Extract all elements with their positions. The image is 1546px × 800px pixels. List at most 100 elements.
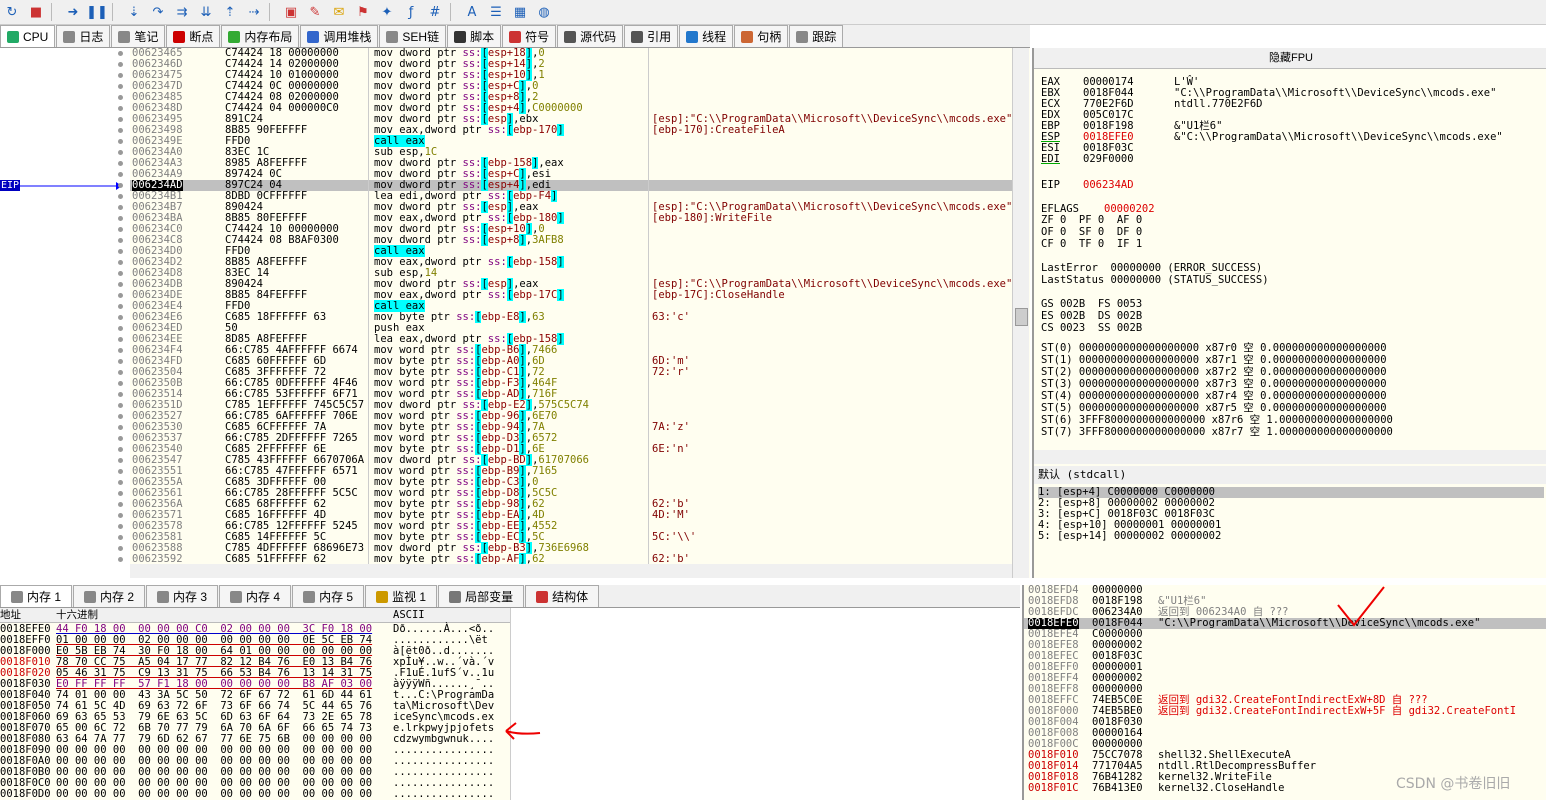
breakpoint-slot[interactable] bbox=[118, 150, 123, 155]
disasm-row[interactable]: 006234DE 8B85 84FEFFFF mov eax,dword ptr s… bbox=[118, 289, 1012, 301]
breakpoint-slot[interactable] bbox=[118, 260, 123, 265]
breakpoint-slot[interactable] bbox=[118, 51, 123, 56]
disasm-horizontal-scrollbar[interactable] bbox=[130, 564, 1012, 578]
tab-1[interactable]: 日志 bbox=[56, 25, 111, 47]
stack-pane[interactable]: 0018EFD4 00000000 0018EFD8 0018F198 &"U1栏6" 0… bbox=[1022, 585, 1546, 800]
breakpoint-slot[interactable] bbox=[118, 370, 123, 375]
breakpoint-slot[interactable] bbox=[118, 128, 123, 133]
hash-icon[interactable]: # bbox=[425, 2, 445, 22]
tab-2[interactable]: 笔记 bbox=[111, 25, 166, 47]
tab-10[interactable]: 引用 bbox=[624, 25, 679, 47]
disassembly-pane[interactable]: EIP 00623465 C74424 18 00000000 mov dword … bbox=[0, 48, 1030, 578]
tab-5[interactable]: 调用堆栈 bbox=[300, 25, 379, 47]
function-icon[interactable]: ƒ bbox=[401, 2, 421, 22]
tab-7[interactable]: 脚本 bbox=[447, 25, 502, 47]
breakpoint-slot[interactable] bbox=[118, 183, 123, 188]
tab-3[interactable]: 断点 bbox=[166, 25, 221, 47]
tab-0[interactable]: CPU bbox=[0, 25, 56, 47]
breakpoint-slot[interactable] bbox=[118, 458, 123, 463]
memory-dump-pane[interactable]: 地址 十六进制 ASCII 0018EFE0 44 F0 18 00 00 00 … bbox=[0, 608, 1021, 800]
breakpoint-slot[interactable] bbox=[118, 513, 123, 518]
tab-12[interactable]: 句柄 bbox=[734, 25, 789, 47]
breakpoint-slot[interactable] bbox=[118, 359, 123, 364]
run-to-user-code-icon[interactable]: ⇢ bbox=[244, 2, 264, 22]
dump-tab-3[interactable]: 内存 4 bbox=[219, 585, 292, 607]
dump-tab-5[interactable]: 监视 1 bbox=[365, 585, 438, 607]
breakpoint-slot[interactable] bbox=[118, 414, 123, 419]
breakpoint-slot[interactable] bbox=[118, 315, 123, 320]
scylla-icon[interactable]: ▣ bbox=[281, 2, 301, 22]
registers-horizontal-scrollbar[interactable] bbox=[1034, 450, 1546, 464]
breakpoint-slot[interactable] bbox=[118, 403, 123, 408]
script-icon[interactable]: ☰ bbox=[486, 2, 506, 22]
breakpoint-slot[interactable] bbox=[118, 271, 123, 276]
breakpoint-slot[interactable] bbox=[118, 304, 123, 309]
registers-pane[interactable]: 隐藏FPU EAX 00000174 L'Ŵ' EBX 0018F044 "C:\\Pro… bbox=[1032, 48, 1546, 466]
breakpoint-slot[interactable] bbox=[118, 249, 123, 254]
breakpoint-slot[interactable] bbox=[118, 381, 123, 386]
calculator-icon[interactable]: ▦ bbox=[510, 2, 530, 22]
tab-9[interactable]: 源代码 bbox=[557, 25, 624, 47]
tab-4[interactable]: 内存布局 bbox=[221, 25, 300, 47]
dump-tab-6[interactable]: 局部变量 bbox=[438, 585, 525, 607]
breakpoint-slot[interactable] bbox=[118, 62, 123, 67]
breakpoint-slot[interactable] bbox=[118, 293, 123, 298]
label-icon[interactable]: ⚑ bbox=[353, 2, 373, 22]
step-over-icon[interactable]: ↷ bbox=[148, 2, 168, 22]
globe-icon[interactable]: ◍ bbox=[534, 2, 554, 22]
breakpoint-slot[interactable] bbox=[118, 282, 123, 287]
argument-row[interactable]: 5: [esp+14] 00000002 00000002 bbox=[1038, 531, 1221, 542]
tab-11[interactable]: 线程 bbox=[679, 25, 734, 47]
disasm-vertical-scrollbar[interactable] bbox=[1012, 48, 1029, 578]
breakpoint-slot[interactable] bbox=[118, 425, 123, 430]
dump-tab-0[interactable]: 内存 1 bbox=[0, 585, 73, 607]
breakpoint-slot[interactable] bbox=[118, 447, 123, 452]
breakpoint-slot[interactable] bbox=[118, 216, 123, 221]
disasm-row[interactable]: 006234E6 C685 18FFFFFF 63 mov byte ptr ss:… bbox=[118, 311, 1012, 323]
breakpoint-slot[interactable] bbox=[118, 73, 123, 78]
disasm-row[interactable]: 006234C8 C74424 08 B8AF0300 mov dword ptr … bbox=[118, 234, 1012, 246]
comment-icon[interactable]: ✉ bbox=[329, 2, 349, 22]
dump-tab-7[interactable]: 结构体 bbox=[525, 585, 600, 607]
breakpoint-slot[interactable] bbox=[118, 546, 123, 551]
breakpoint-slot[interactable] bbox=[118, 326, 123, 331]
breakpoint-slot[interactable] bbox=[118, 84, 123, 89]
breakpoint-slot[interactable] bbox=[118, 480, 123, 485]
breakpoint-slot[interactable] bbox=[118, 557, 123, 562]
disasm-row[interactable]: 00623498 8B85 90FEFFFF mov eax,dword ptr s… bbox=[118, 124, 1012, 136]
tab-6[interactable]: SEH链 bbox=[379, 25, 447, 47]
bookmark-icon[interactable]: ✦ bbox=[377, 2, 397, 22]
dump-tab-1[interactable]: 内存 2 bbox=[73, 585, 146, 607]
breakpoint-slot[interactable] bbox=[118, 161, 123, 166]
breakpoint-slot[interactable] bbox=[118, 194, 123, 199]
dump-tab-4[interactable]: 内存 5 bbox=[292, 585, 365, 607]
breakpoint-slot[interactable] bbox=[118, 106, 123, 111]
run-icon[interactable]: ➜ bbox=[63, 2, 83, 22]
eip-value[interactable]: 006234AD bbox=[1083, 179, 1134, 191]
breakpoint-slot[interactable] bbox=[118, 436, 123, 441]
dump-tab-2[interactable]: 内存 3 bbox=[146, 585, 219, 607]
breakpoint-slot[interactable] bbox=[118, 238, 123, 243]
breakpoint-slot[interactable] bbox=[118, 117, 123, 122]
hide-fpu-button[interactable]: 隐藏FPU bbox=[1034, 48, 1546, 69]
register-value[interactable]: 029F0000 bbox=[1083, 153, 1174, 165]
font-icon[interactable]: A bbox=[462, 2, 482, 22]
breakpoint-slot[interactable] bbox=[118, 524, 123, 529]
breakpoint-slot[interactable] bbox=[118, 502, 123, 507]
restart-icon[interactable]: ↻ bbox=[2, 2, 22, 22]
breakpoint-slot[interactable] bbox=[118, 469, 123, 474]
step-into-icon[interactable]: ⇣ bbox=[124, 2, 144, 22]
breakpoint-slot[interactable] bbox=[118, 139, 123, 144]
patch-icon[interactable]: ✎ bbox=[305, 2, 325, 22]
breakpoint-slot[interactable] bbox=[118, 95, 123, 100]
stop-icon[interactable]: ■ bbox=[26, 2, 46, 22]
trace-into-icon[interactable]: ⇉ bbox=[172, 2, 192, 22]
dump-row[interactable]: 0018F0D0 00 00 00 00 00 00 00 00 00 00 00… bbox=[0, 789, 510, 800]
breakpoint-slot[interactable] bbox=[118, 392, 123, 397]
call-arguments-pane[interactable]: 默认 (stdcall) 1: [esp+4] C0000000 C000000… bbox=[1032, 466, 1546, 578]
execute-till-return-icon[interactable]: ⇡ bbox=[220, 2, 240, 22]
pause-icon[interactable]: ❚❚ bbox=[86, 2, 108, 22]
breakpoint-slot[interactable] bbox=[118, 348, 123, 353]
breakpoint-slot[interactable] bbox=[118, 205, 123, 210]
tab-8[interactable]: 符号 bbox=[502, 25, 557, 47]
